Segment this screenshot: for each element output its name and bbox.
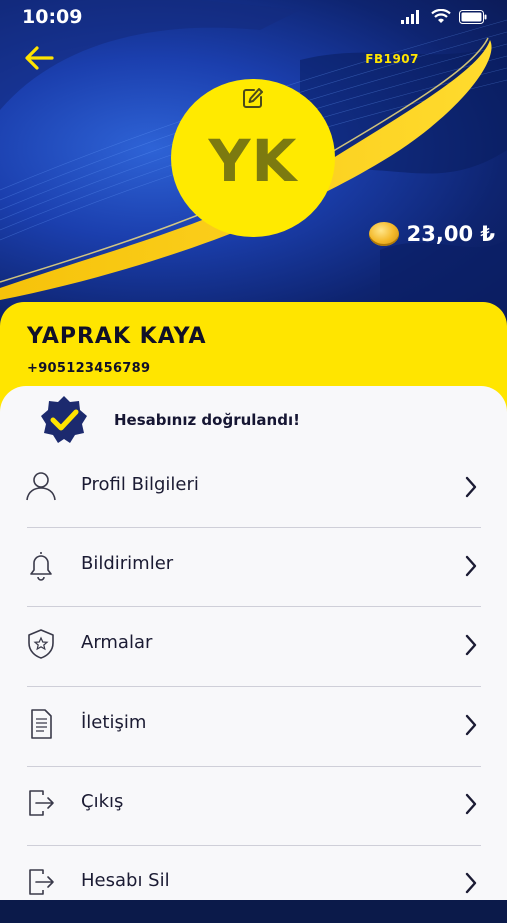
status-icons (401, 9, 487, 24)
shield-star-icon (28, 629, 54, 659)
menu-item-crests[interactable]: Armalar (0, 607, 507, 685)
menu-item-delete-account[interactable]: Hesabı Sil (0, 845, 507, 923)
user-name: YAPRAK KAYA (27, 324, 207, 349)
battery-icon (459, 9, 487, 24)
back-button[interactable] (20, 40, 58, 76)
menu-item-contact[interactable]: İletişim (0, 687, 507, 765)
status-bar: 10:09 (0, 0, 507, 34)
chevron-right-icon (465, 872, 477, 894)
verification-text: Hesabınız doğrulandı! (114, 411, 300, 429)
user-phone: +905123456789 (27, 361, 151, 376)
verified-badge-icon (41, 396, 87, 443)
edit-avatar-button[interactable] (238, 84, 268, 112)
verification-status: Hesabınız doğrulandı! (38, 394, 300, 446)
status-time: 10:09 (22, 6, 83, 28)
user-code: FB1907 (365, 52, 419, 66)
menu-item-label: Çıkış (81, 791, 124, 812)
menu-item-logout[interactable]: Çıkış (0, 766, 507, 844)
menu-item-label: İletişim (81, 712, 147, 733)
bell-icon (30, 552, 52, 581)
menu-item-label: Profil Bilgileri (81, 474, 199, 495)
menu-item-label: Hesabı Sil (81, 870, 170, 891)
menu-item-label: Bildirimler (81, 553, 174, 574)
chevron-right-icon (465, 634, 477, 656)
menu-item-profile-info[interactable]: Profil Bilgileri (0, 449, 507, 527)
edit-icon (243, 88, 263, 108)
wifi-icon (431, 9, 451, 23)
menu-item-label: Armalar (81, 632, 153, 653)
document-icon (31, 709, 52, 739)
coin-icon (368, 222, 399, 246)
chevron-right-icon (465, 793, 477, 815)
logout-icon (29, 869, 54, 895)
menu-item-notifications[interactable]: Bildirimler (0, 528, 507, 606)
chevron-right-icon (465, 476, 477, 498)
balance: 23,00 ₺ (368, 222, 495, 246)
chevron-right-icon (465, 555, 477, 577)
menu-card: Hesabınız doğrulandı! Profil Bilgileri B… (0, 386, 507, 900)
logout-icon (29, 790, 54, 816)
chevron-right-icon (465, 714, 477, 736)
avatar-initials: YK (208, 127, 298, 195)
arrow-left-icon (25, 46, 54, 70)
user-icon (26, 472, 56, 501)
balance-amount: 23,00 ₺ (406, 222, 495, 246)
cellular-signal-icon (401, 9, 419, 24)
